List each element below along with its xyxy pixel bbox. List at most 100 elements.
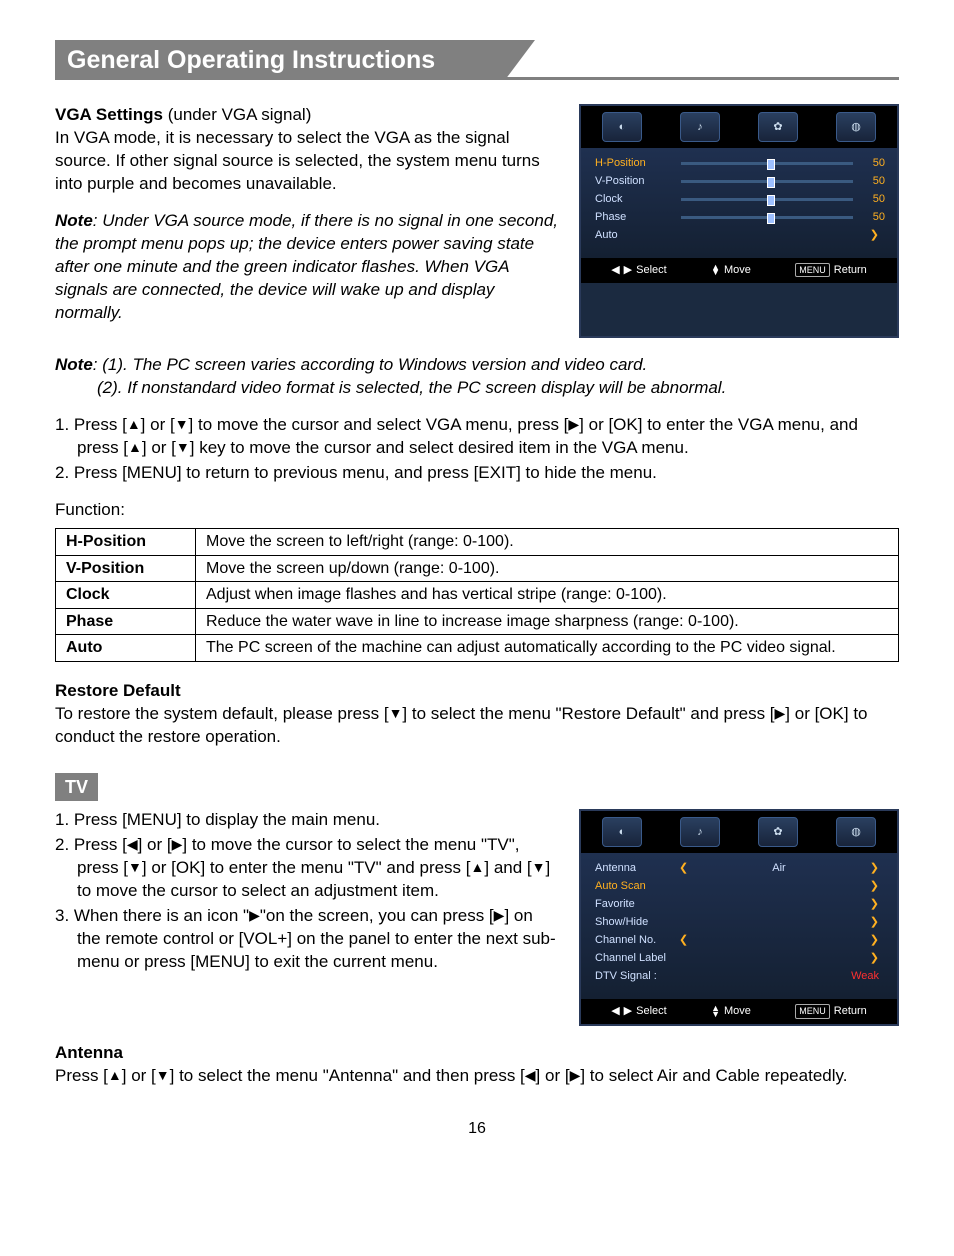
tv-osd-menu: ◐ ♪ ✿ ◍ Antenna ❮Air❯ Auto Scan ❯ Favori… bbox=[579, 809, 899, 1026]
function-label: Function: bbox=[55, 499, 899, 522]
osd-row-antenna[interactable]: Antenna ❮Air❯ bbox=[595, 859, 885, 877]
osd-row-channellabel[interactable]: Channel Label ❯ bbox=[595, 949, 885, 967]
down-icon: ▼ bbox=[532, 859, 546, 875]
up-icon: ▲ bbox=[127, 416, 141, 432]
right-icon: ▶ bbox=[172, 836, 183, 852]
osd-tabs: ◐ ♪ ✿ ◍ bbox=[581, 811, 897, 853]
right-icon: ▶ bbox=[775, 705, 786, 721]
step-2: 2. Press [MENU] to return to previous me… bbox=[55, 462, 899, 485]
osd-body: Antenna ❮Air❯ Auto Scan ❯ Favorite ❯ Sho… bbox=[581, 853, 897, 999]
osd-tab-picture[interactable]: ◐ bbox=[602, 817, 642, 847]
right-icon: ▶ bbox=[570, 1067, 581, 1083]
tv-section-chip: TV bbox=[55, 773, 98, 801]
updown-icon: ▲▼ bbox=[711, 265, 720, 276]
page-number: 16 bbox=[55, 1118, 899, 1140]
right-icon: ▶ bbox=[568, 416, 579, 432]
note-block-2: Note: (1). The PC screen varies accordin… bbox=[55, 354, 899, 400]
down-icon: ▼ bbox=[176, 439, 190, 455]
up-icon: ▲ bbox=[471, 859, 485, 875]
osd-tab-picture[interactable]: ◐ bbox=[602, 112, 642, 142]
table-row: ClockAdjust when image flashes and has v… bbox=[56, 582, 899, 609]
table-row: H-PositionMove the screen to left/right … bbox=[56, 529, 899, 556]
osd-row-showhide[interactable]: Show/Hide ❯ bbox=[595, 913, 885, 931]
osd-tab-tv[interactable]: ◍ bbox=[836, 817, 876, 847]
osd-body: H-Position 50 V-Position 50 Clock 50 Pha… bbox=[581, 148, 897, 258]
enter-icon: ❯ bbox=[870, 879, 879, 894]
osd-row-dtvsignal: DTV Signal : Weak bbox=[595, 967, 885, 985]
vga-title: VGA Settings bbox=[55, 105, 163, 124]
osd-row-clock[interactable]: Clock 50 bbox=[595, 190, 885, 208]
right-icon: ▶ bbox=[249, 907, 260, 923]
tv-step-2: 2. Press [◀] or [▶] to move the cursor t… bbox=[55, 834, 559, 903]
down-icon: ▼ bbox=[128, 859, 142, 875]
header-tail bbox=[505, 40, 535, 80]
enter-icon: ❯ bbox=[870, 228, 879, 243]
note2-l1: : (1). The PC screen varies according to… bbox=[93, 355, 647, 374]
left-arrow-icon: ❮ bbox=[679, 861, 688, 876]
enter-icon: ❯ bbox=[870, 915, 879, 930]
right-icon: ▶ bbox=[624, 1004, 632, 1019]
right-arrow-icon: ❯ bbox=[870, 933, 879, 948]
updown-icon: ▲▼ bbox=[711, 1006, 720, 1017]
slider[interactable] bbox=[681, 198, 853, 201]
vga-note: Note: Under VGA source mode, if there is… bbox=[55, 210, 559, 325]
header-title: General Operating Instructions bbox=[55, 40, 505, 80]
osd-row-favorite[interactable]: Favorite ❯ bbox=[595, 895, 885, 913]
left-icon: ◀ bbox=[127, 836, 138, 852]
osd-tab-sound[interactable]: ♪ bbox=[680, 112, 720, 142]
vga-intro-text: In VGA mode, it is necessary to select t… bbox=[55, 128, 540, 193]
down-icon: ▼ bbox=[156, 1067, 170, 1083]
left-icon: ◀ bbox=[611, 263, 619, 278]
enter-icon: ❯ bbox=[870, 897, 879, 912]
signal-weak: Weak bbox=[851, 969, 879, 984]
osd-footer: ◀ ▶ Select ▲▼ Move MENU Return bbox=[581, 999, 897, 1024]
note-label: Note bbox=[55, 211, 93, 230]
osd-row-autoscan[interactable]: Auto Scan ❯ bbox=[595, 877, 885, 895]
slider[interactable] bbox=[681, 162, 853, 165]
slider[interactable] bbox=[681, 216, 853, 219]
tv-step-3: 3. When there is an icon "▶"on the scree… bbox=[55, 905, 559, 974]
right-icon: ▶ bbox=[624, 263, 632, 278]
left-icon: ◀ bbox=[611, 1004, 619, 1019]
osd-row-hposition[interactable]: H-Position 50 bbox=[595, 154, 885, 172]
left-icon: ◀ bbox=[525, 1067, 536, 1083]
osd-tab-sound[interactable]: ♪ bbox=[680, 817, 720, 847]
vga-note-body: : Under VGA source mode, if there is no … bbox=[55, 211, 558, 322]
antenna-text: Press [▲] or [▼] to select the menu "Ant… bbox=[55, 1065, 899, 1088]
enter-icon: ❯ bbox=[870, 951, 879, 966]
note2-label: Note bbox=[55, 355, 93, 374]
note2-l2: (2). If nonstandard video format is sele… bbox=[55, 377, 726, 400]
page-header: General Operating Instructions bbox=[55, 40, 899, 80]
slider[interactable] bbox=[681, 180, 853, 183]
antenna-title: Antenna bbox=[55, 1042, 899, 1065]
up-icon: ▲ bbox=[108, 1067, 122, 1083]
restore-title: Restore Default bbox=[55, 680, 899, 703]
vga-osd-menu: ◐ ♪ ✿ ◍ H-Position 50 V-Position 50 Cloc… bbox=[579, 104, 899, 338]
osd-row-phase[interactable]: Phase 50 bbox=[595, 208, 885, 226]
table-row: AutoThe PC screen of the machine can adj… bbox=[56, 635, 899, 662]
step-1: 1. Press [▲] or [▼] to move the cursor a… bbox=[55, 414, 899, 460]
function-table: H-PositionMove the screen to left/right … bbox=[55, 528, 899, 662]
osd-tab-tv[interactable]: ◍ bbox=[836, 112, 876, 142]
table-row: PhaseReduce the water wave in line to in… bbox=[56, 608, 899, 635]
right-icon: ▶ bbox=[494, 907, 505, 923]
vga-intro: VGA Settings (under VGA signal) In VGA m… bbox=[55, 104, 559, 196]
down-icon: ▼ bbox=[389, 705, 403, 721]
osd-row-auto[interactable]: Auto ❯ bbox=[595, 226, 885, 244]
menu-chip: MENU bbox=[795, 263, 830, 277]
down-icon: ▼ bbox=[175, 416, 189, 432]
tv-step-1: 1. Press [MENU] to display the main menu… bbox=[55, 809, 559, 832]
osd-footer: ◀ ▶ Select ▲▼ Move MENU Return bbox=[581, 258, 897, 283]
right-arrow-icon: ❯ bbox=[870, 861, 879, 876]
osd-row-vposition[interactable]: V-Position 50 bbox=[595, 172, 885, 190]
osd-tab-setup[interactable]: ✿ bbox=[758, 817, 798, 847]
osd-tab-setup[interactable]: ✿ bbox=[758, 112, 798, 142]
up-icon: ▲ bbox=[128, 439, 142, 455]
osd-tabs: ◐ ♪ ✿ ◍ bbox=[581, 106, 897, 148]
tv-steps: 1. Press [MENU] to display the main menu… bbox=[55, 809, 559, 974]
left-arrow-icon: ❮ bbox=[679, 933, 688, 948]
vga-title-suffix: (under VGA signal) bbox=[163, 105, 311, 124]
osd-row-channelno[interactable]: Channel No. ❮❯ bbox=[595, 931, 885, 949]
vga-steps: 1. Press [▲] or [▼] to move the cursor a… bbox=[55, 414, 899, 485]
restore-text: To restore the system default, please pr… bbox=[55, 703, 899, 749]
